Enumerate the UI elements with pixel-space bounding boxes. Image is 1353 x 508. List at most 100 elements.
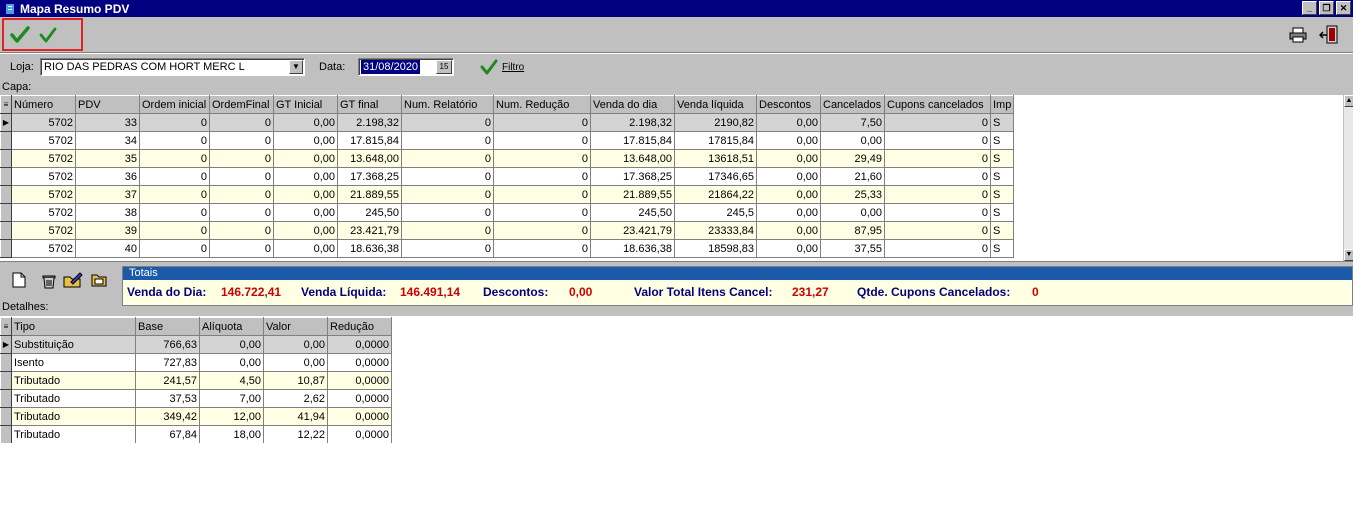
table-cell[interactable]: 0 [884, 149, 991, 168]
row-selector[interactable] [0, 407, 12, 426]
row-selector[interactable] [0, 149, 12, 168]
row-selector[interactable] [0, 167, 12, 186]
column-header[interactable]: Alíquota [199, 317, 264, 336]
table-cell[interactable]: 0,00 [273, 203, 338, 222]
table-cell[interactable]: S [990, 149, 1015, 168]
table-row[interactable]: 5702 40 0 0 0,00 18.636,38 0 0 18.636,38 18598,83… [0, 239, 1015, 258]
table-cell[interactable]: 0 [139, 167, 210, 186]
table-cell[interactable]: 5702 [11, 221, 76, 240]
table-cell[interactable]: 0 [493, 113, 591, 132]
table-cell[interactable]: 5702 [11, 149, 76, 168]
table-cell[interactable]: 23333,84 [674, 221, 757, 240]
new-button[interactable] [9, 270, 29, 290]
table-cell[interactable]: 0 [884, 185, 991, 204]
table-cell[interactable]: 17.815,84 [337, 131, 402, 150]
capa-grid[interactable]: ≡ Número PDV Ordem inicial OrdemFinal GT Inic… [0, 95, 1343, 261]
table-cell[interactable]: 0 [209, 131, 274, 150]
table-cell[interactable]: 0 [884, 203, 991, 222]
table-cell[interactable]: 0 [884, 113, 991, 132]
table-cell[interactable]: S [990, 131, 1015, 150]
detalhes-grid[interactable]: ≡ Tipo Base Alíquota Valor Redução ▶ Substitui… [0, 317, 392, 443]
column-header[interactable]: Num. Redução [493, 95, 591, 114]
table-cell[interactable]: 0 [493, 149, 591, 168]
table-cell[interactable]: 12,22 [263, 425, 328, 443]
capa-scrollbar[interactable]: ▲ ▼ [1343, 95, 1353, 261]
table-cell[interactable]: 17.815,84 [590, 131, 675, 150]
column-header[interactable]: GT final [337, 95, 402, 114]
table-cell[interactable]: 0 [884, 239, 991, 258]
table-cell[interactable]: 18.636,38 [590, 239, 675, 258]
table-cell[interactable]: 18598,83 [674, 239, 757, 258]
table-cell[interactable]: 0,00 [756, 131, 821, 150]
table-cell[interactable]: 17.368,25 [337, 167, 402, 186]
column-header[interactable]: PDV [75, 95, 140, 114]
column-header[interactable]: Número [11, 95, 76, 114]
table-cell[interactable]: 4,50 [199, 371, 264, 390]
table-cell[interactable]: 0,00 [756, 167, 821, 186]
table-cell[interactable]: 29,49 [820, 149, 885, 168]
column-header[interactable]: Redução [327, 317, 392, 336]
table-cell[interactable]: 38 [75, 203, 140, 222]
loja-select[interactable]: RIO DAS PEDRAS COM HORT MERC L ▼ [40, 58, 305, 76]
table-cell[interactable]: 766,63 [135, 335, 200, 354]
table-cell[interactable]: 0,0000 [327, 335, 392, 354]
table-cell[interactable]: 37,53 [135, 389, 200, 408]
column-header[interactable]: Imp [989, 95, 1015, 114]
table-row[interactable]: Tributado 37,53 7,00 2,62 0,0000 [0, 389, 392, 408]
table-cell[interactable]: 87,95 [820, 221, 885, 240]
table-row[interactable]: 5702 34 0 0 0,00 17.815,84 0 0 17.815,84 17815,84… [0, 131, 1015, 150]
table-cell[interactable]: 13.648,00 [337, 149, 402, 168]
column-header[interactable]: Base [135, 317, 200, 336]
table-cell[interactable]: 0 [139, 131, 210, 150]
table-row[interactable]: Tributado 241,57 4,50 10,87 0,0000 [0, 371, 392, 390]
table-cell[interactable]: 5702 [11, 203, 76, 222]
table-cell[interactable]: 13618,51 [674, 149, 757, 168]
table-cell[interactable]: 17.368,25 [590, 167, 675, 186]
table-cell[interactable]: 2190,82 [674, 113, 757, 132]
table-cell[interactable]: 35 [75, 149, 140, 168]
table-cell[interactable]: 241,57 [135, 371, 200, 390]
table-cell[interactable]: 0 [139, 221, 210, 240]
table-cell[interactable]: 0 [493, 239, 591, 258]
table-cell[interactable]: 0 [493, 221, 591, 240]
table-cell[interactable]: 0 [209, 239, 274, 258]
table-row[interactable]: 5702 36 0 0 0,00 17.368,25 0 0 17.368,25 17346,65… [0, 167, 1015, 186]
table-cell[interactable]: Tributado [11, 389, 136, 408]
table-cell[interactable]: 0,0000 [327, 425, 392, 443]
table-cell[interactable]: Tributado [11, 425, 136, 443]
column-header[interactable]: GT Inicial [273, 95, 338, 114]
table-cell[interactable]: 0,00 [756, 149, 821, 168]
calendar-icon[interactable]: 15 [436, 60, 452, 74]
table-cell[interactable]: Isento [11, 353, 136, 372]
table-cell[interactable]: 0 [493, 167, 591, 186]
minimize-button[interactable]: _ [1302, 1, 1317, 15]
column-header[interactable]: Tipo [11, 317, 136, 336]
table-cell[interactable]: 0 [139, 239, 210, 258]
table-cell[interactable]: 0,0000 [327, 389, 392, 408]
table-row[interactable]: 5702 39 0 0 0,00 23.421,79 0 0 23.421,79 23333,84… [0, 221, 1015, 240]
grid-menu-icon[interactable]: ≡ [0, 95, 12, 114]
table-cell[interactable]: 17346,65 [674, 167, 757, 186]
table-cell[interactable]: 0 [401, 167, 494, 186]
table-cell[interactable]: 10,87 [263, 371, 328, 390]
column-header[interactable]: Num. Relatório [401, 95, 494, 114]
table-cell[interactable]: 21,60 [820, 167, 885, 186]
table-cell[interactable]: 0,00 [273, 221, 338, 240]
table-cell[interactable]: 39 [75, 221, 140, 240]
table-row[interactable]: Isento 727,83 0,00 0,00 0,0000 [0, 353, 392, 372]
table-cell[interactable]: S [990, 167, 1015, 186]
table-cell[interactable]: 0 [209, 185, 274, 204]
table-cell[interactable]: 18.636,38 [337, 239, 402, 258]
open-button[interactable] [90, 270, 110, 290]
table-cell[interactable]: 37 [75, 185, 140, 204]
row-selector[interactable] [0, 131, 12, 150]
grid-menu-icon[interactable]: ≡ [0, 317, 12, 336]
table-cell[interactable]: 13.648,00 [590, 149, 675, 168]
scroll-down-icon[interactable]: ▼ [1344, 249, 1353, 261]
column-header[interactable]: Ordem inicial [139, 95, 210, 114]
table-cell[interactable]: 0,00 [273, 149, 338, 168]
chevron-down-icon[interactable]: ▼ [289, 60, 303, 74]
table-cell[interactable]: S [990, 239, 1015, 258]
table-cell[interactable]: 0 [209, 167, 274, 186]
table-cell[interactable]: 21.889,55 [590, 185, 675, 204]
